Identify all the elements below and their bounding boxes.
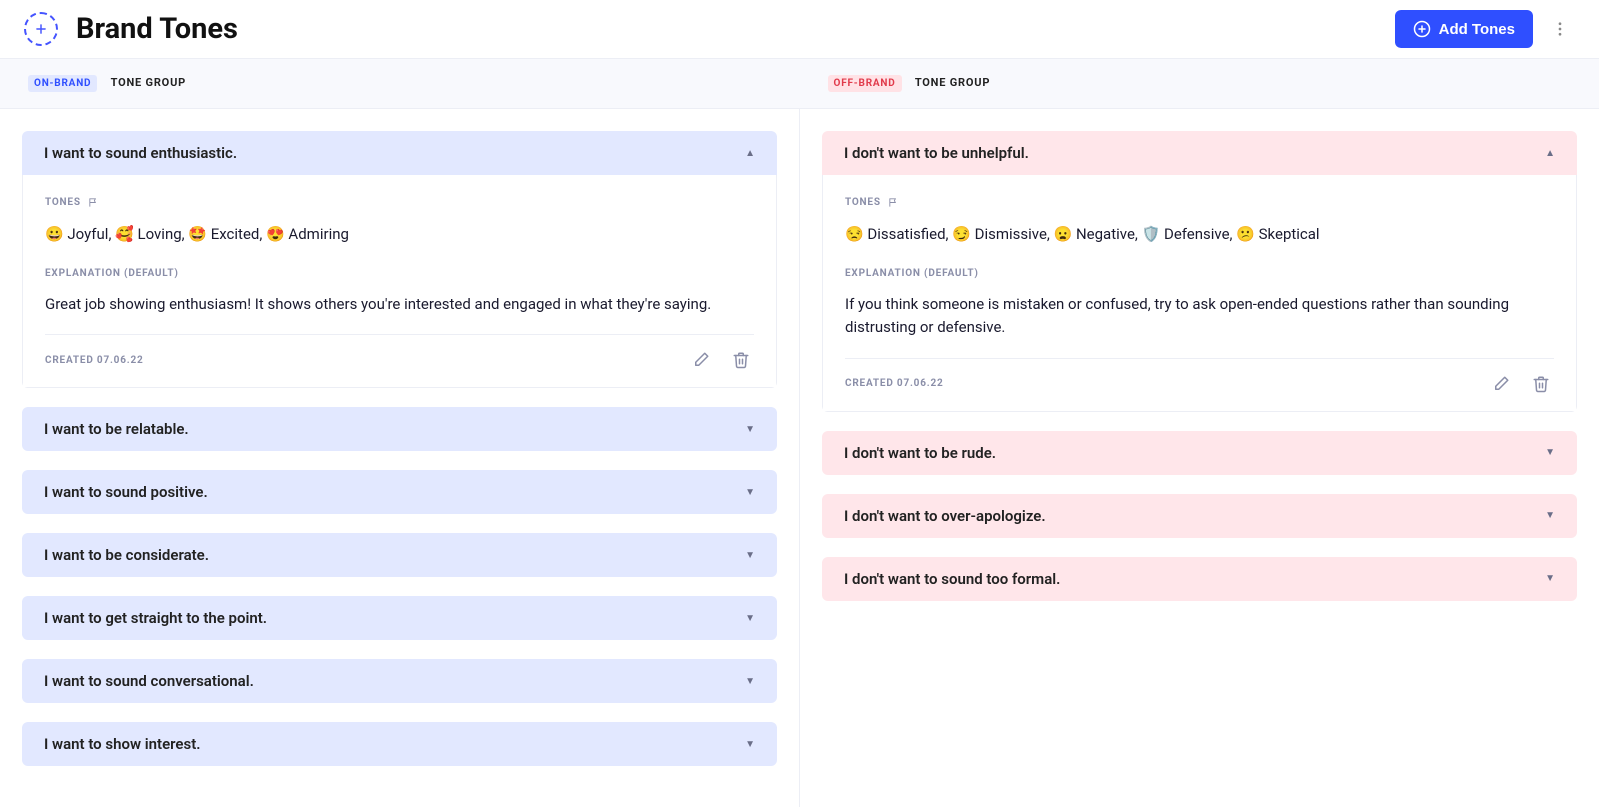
tone-card-body: TONES 😒 Dissatisfied, 😏 Dismissive, 😦 Ne… bbox=[822, 175, 1577, 412]
delete-button[interactable] bbox=[1528, 371, 1554, 397]
off-brand-column: I don't want to be unhelpful. ▲ TONES 😒 … bbox=[800, 109, 1599, 807]
flag-icon bbox=[888, 197, 899, 208]
page-title: Brand Tones bbox=[76, 12, 238, 46]
chevron-down-icon: ▼ bbox=[1545, 573, 1555, 584]
tone-card-header[interactable]: I don't want to be rude. ▼ bbox=[822, 431, 1577, 475]
off-brand-badge: OFF-BRAND bbox=[828, 75, 902, 92]
tone-card-header[interactable]: I want to sound positive. ▼ bbox=[22, 470, 777, 514]
logo-icon bbox=[24, 12, 58, 46]
tone-title: I want to sound positive. bbox=[44, 483, 208, 501]
edit-icon bbox=[692, 351, 710, 369]
tone-card-footer: CREATED 07.06.22 bbox=[45, 334, 754, 387]
on-brand-badge: ON-BRAND bbox=[28, 75, 97, 92]
explanation-label: EXPLANATION (DEFAULT) bbox=[45, 268, 754, 279]
tone-card-header[interactable]: I want to be considerate. ▼ bbox=[22, 533, 777, 577]
off-brand-group-header: OFF-BRAND TONE GROUP bbox=[800, 59, 1599, 108]
tone-title: I don't want to sound too formal. bbox=[844, 570, 1060, 588]
chevron-down-icon: ▼ bbox=[745, 487, 755, 498]
edit-icon bbox=[1492, 375, 1510, 393]
tone-card-header[interactable]: I want to be relatable. ▼ bbox=[22, 407, 777, 451]
tone-title: I don't want to be rude. bbox=[844, 444, 996, 462]
on-brand-column: I want to sound enthusiastic. ▲ TONES 😀 … bbox=[0, 109, 800, 807]
tone-card-collapsed: I want to show interest. ▼ bbox=[22, 722, 777, 766]
tone-card-header[interactable]: I don't want to sound too formal. ▼ bbox=[822, 557, 1577, 601]
header-left: Brand Tones bbox=[24, 12, 238, 46]
tone-card-header[interactable]: I want to sound conversational. ▼ bbox=[22, 659, 777, 703]
footer-actions bbox=[688, 347, 754, 373]
explanation-label: EXPLANATION (DEFAULT) bbox=[845, 268, 1554, 279]
plus-circle-icon bbox=[1413, 20, 1431, 38]
tones-list: 😀 Joyful, 🥰 Loving, 🤩 Excited, 😍 Admirin… bbox=[45, 222, 754, 246]
footer-actions bbox=[1488, 371, 1554, 397]
tone-card-collapsed: I want to sound conversational. ▼ bbox=[22, 659, 777, 703]
tone-title: I want to sound conversational. bbox=[44, 672, 254, 690]
explanation-text: If you think someone is mistaken or conf… bbox=[845, 293, 1554, 340]
tone-title: I want to be considerate. bbox=[44, 546, 209, 564]
tone-card-collapsed: I don't want to over-apologize. ▼ bbox=[822, 494, 1577, 538]
tones-label: TONES bbox=[45, 197, 754, 208]
group-headers: ON-BRAND TONE GROUP OFF-BRAND TONE GROUP bbox=[0, 58, 1599, 109]
chevron-down-icon: ▼ bbox=[745, 550, 755, 561]
tone-title: I want to be relatable. bbox=[44, 420, 189, 438]
add-tones-label: Add Tones bbox=[1439, 21, 1515, 38]
more-vertical-icon bbox=[1551, 20, 1569, 38]
page-header: Brand Tones Add Tones bbox=[0, 0, 1599, 58]
on-brand-group-label: TONE GROUP bbox=[111, 76, 186, 89]
tone-title: I want to sound enthusiastic. bbox=[44, 144, 237, 162]
tone-title: I want to get straight to the point. bbox=[44, 609, 267, 627]
tone-card-collapsed: I want to sound positive. ▼ bbox=[22, 470, 777, 514]
trash-icon bbox=[1532, 375, 1550, 393]
tone-card-header[interactable]: I don't want to be unhelpful. ▲ bbox=[822, 131, 1577, 175]
tone-title: I don't want to over-apologize. bbox=[844, 507, 1046, 525]
chevron-down-icon: ▼ bbox=[745, 739, 755, 750]
tone-card-footer: CREATED 07.06.22 bbox=[845, 358, 1554, 411]
created-date: CREATED 07.06.22 bbox=[845, 378, 944, 389]
chevron-down-icon: ▼ bbox=[745, 613, 755, 624]
chevron-down-icon: ▼ bbox=[1545, 447, 1555, 458]
add-tones-button[interactable]: Add Tones bbox=[1395, 10, 1533, 48]
chevron-down-icon: ▼ bbox=[745, 424, 755, 435]
tone-card-expanded: I want to sound enthusiastic. ▲ TONES 😀 … bbox=[22, 131, 777, 388]
tone-card-collapsed: I don't want to sound too formal. ▼ bbox=[822, 557, 1577, 601]
tone-card-collapsed: I want to get straight to the point. ▼ bbox=[22, 596, 777, 640]
tone-card-header[interactable]: I don't want to over-apologize. ▼ bbox=[822, 494, 1577, 538]
off-brand-group-label: TONE GROUP bbox=[915, 76, 990, 89]
trash-icon bbox=[732, 351, 750, 369]
tone-card-collapsed: I want to be considerate. ▼ bbox=[22, 533, 777, 577]
header-right: Add Tones bbox=[1395, 10, 1575, 48]
chevron-down-icon: ▼ bbox=[1545, 510, 1555, 521]
tone-card-header[interactable]: I want to show interest. ▼ bbox=[22, 722, 777, 766]
chevron-down-icon: ▼ bbox=[745, 676, 755, 687]
tone-card-collapsed: I want to be relatable. ▼ bbox=[22, 407, 777, 451]
columns: I want to sound enthusiastic. ▲ TONES 😀 … bbox=[0, 109, 1599, 807]
chevron-up-icon: ▲ bbox=[1545, 148, 1555, 159]
tone-card-header[interactable]: I want to get straight to the point. ▼ bbox=[22, 596, 777, 640]
flag-icon bbox=[88, 197, 99, 208]
chevron-up-icon: ▲ bbox=[745, 148, 755, 159]
tones-list: 😒 Dissatisfied, 😏 Dismissive, 😦 Negative… bbox=[845, 222, 1554, 246]
tone-card-expanded: I don't want to be unhelpful. ▲ TONES 😒 … bbox=[822, 131, 1577, 412]
on-brand-group-header: ON-BRAND TONE GROUP bbox=[0, 59, 800, 108]
created-date: CREATED 07.06.22 bbox=[45, 355, 144, 366]
delete-button[interactable] bbox=[728, 347, 754, 373]
tone-title: I don't want to be unhelpful. bbox=[844, 144, 1029, 162]
edit-button[interactable] bbox=[1488, 371, 1514, 397]
tone-card-collapsed: I don't want to be rude. ▼ bbox=[822, 431, 1577, 475]
explanation-text: Great job showing enthusiasm! It shows o… bbox=[45, 293, 754, 316]
tone-card-body: TONES 😀 Joyful, 🥰 Loving, 🤩 Excited, 😍 A… bbox=[22, 175, 777, 388]
tones-label: TONES bbox=[845, 197, 1554, 208]
tone-card-header[interactable]: I want to sound enthusiastic. ▲ bbox=[22, 131, 777, 175]
more-menu-button[interactable] bbox=[1545, 14, 1575, 44]
edit-button[interactable] bbox=[688, 347, 714, 373]
tone-title: I want to show interest. bbox=[44, 735, 201, 753]
